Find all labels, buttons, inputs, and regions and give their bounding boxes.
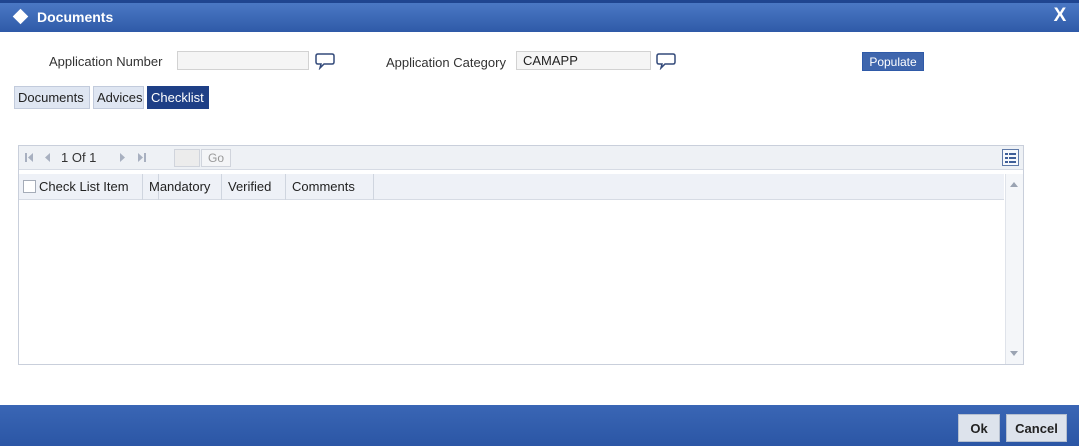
column-header-verified[interactable]: Verified [222,174,286,200]
tab-advices[interactable]: Advices [93,86,144,109]
first-page-icon[interactable] [24,152,34,163]
grid-header-row: Check List Item Mandatory Verified Comme… [19,174,1004,200]
application-number-lov-button[interactable] [314,51,336,71]
speech-bubble-icon [656,53,676,71]
speech-bubble-icon [315,53,335,71]
last-page-icon[interactable] [137,152,147,163]
application-category-input[interactable] [516,51,651,70]
application-category-lov-button[interactable] [655,51,677,71]
page-number-input[interactable] [174,149,200,167]
cancel-button[interactable]: Cancel [1006,414,1067,442]
pager-text: 1 Of 1 [61,150,97,165]
scroll-down-arrow-icon[interactable] [1010,351,1018,356]
grid-vertical-scrollbar[interactable] [1005,174,1023,364]
window-title: Documents [37,9,114,25]
column-header-mandatory[interactable]: Mandatory [142,174,222,200]
tab-documents[interactable]: Documents [14,86,90,109]
window-titlebar: Documents X [0,0,1079,32]
column-header-check-list-item[interactable]: Check List Item [33,174,159,200]
application-category-label: Application Category [386,55,506,70]
column-header-comments[interactable]: Comments [286,174,374,200]
list-lines-icon [1005,153,1016,163]
next-page-icon[interactable] [119,152,127,163]
tab-checklist[interactable]: Checklist [147,86,209,109]
diamond-icon [12,8,29,25]
go-button[interactable]: Go [201,149,231,167]
grid-pager-toolbar: 1 Of 1 Go [19,146,1023,170]
application-number-input[interactable] [177,51,309,70]
checklist-grid: 1 Of 1 Go Check List Item Mandatory Veri… [18,145,1024,365]
list-settings-icon[interactable] [1002,149,1019,166]
ok-button[interactable]: Ok [958,414,1000,442]
application-number-label: Application Number [49,54,163,69]
dialog-footer: Ok Cancel [0,405,1079,446]
prev-page-icon[interactable] [43,152,51,163]
populate-button[interactable]: Populate [862,52,924,71]
close-button[interactable]: X [1051,5,1069,27]
scroll-up-arrow-icon[interactable] [1010,182,1018,187]
